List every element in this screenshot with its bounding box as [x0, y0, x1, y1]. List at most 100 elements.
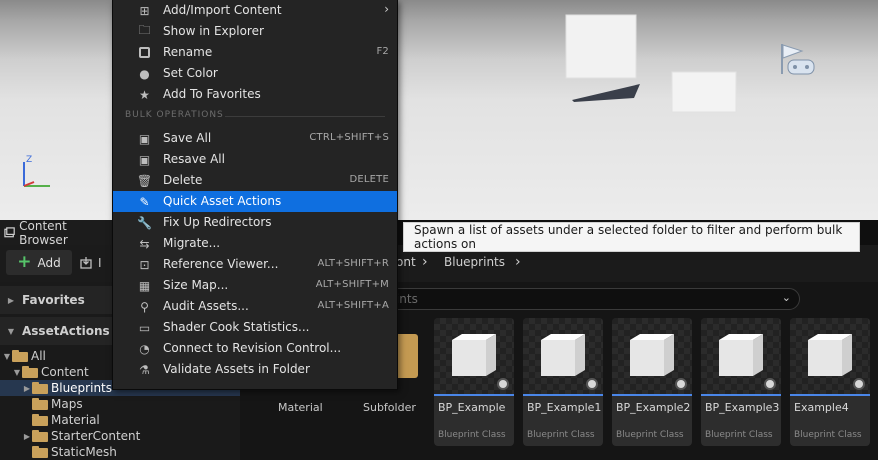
- asset-type-bar: [701, 394, 781, 396]
- asset-label-subfolder: Subfolder: [363, 401, 416, 414]
- asset-class: Blueprint Class: [794, 430, 862, 440]
- menu-shortcut: F2: [376, 46, 389, 57]
- menu-shortcut: ALT+SHIFT+R: [317, 258, 389, 269]
- menu-item-add-import-content[interactable]: ⊞ Add/Import Content ›: [113, 0, 397, 21]
- breadcrumb-item-content[interactable]: ont: [396, 255, 416, 269]
- menu-item-label: Set Color: [163, 66, 218, 80]
- menu-item-label: Save All: [163, 131, 212, 145]
- add-button[interactable]: + Add: [6, 250, 72, 275]
- player-start-icon: [781, 44, 815, 75]
- asset-thumbnail: [612, 318, 692, 394]
- editor-window: Z Content Browser + Add I ▶ Favorites ▼ …: [0, 0, 878, 460]
- asset-label-material: Material: [278, 401, 323, 414]
- project-label: AssetActions: [22, 324, 110, 338]
- folder-open-icon: [22, 366, 38, 378]
- delete-icon: 🗑: [136, 173, 153, 188]
- tree-item-label: All: [31, 349, 46, 363]
- tree-item-startercontent[interactable]: ▶ StarterContent: [0, 428, 240, 444]
- menu-item-rename[interactable]: Rename F2: [113, 42, 397, 63]
- asset-tile[interactable]: Example4 Blueprint Class: [790, 318, 870, 446]
- blueprint-badge-icon: [497, 378, 509, 390]
- blueprint-badge-icon: [764, 378, 776, 390]
- menu-item-shader-cook-statistics[interactable]: ▭ Shader Cook Statistics...: [113, 317, 397, 338]
- import-icon: [80, 256, 92, 269]
- menu-shortcut: CTRL+SHIFT+S: [309, 132, 389, 143]
- tab-content-browser[interactable]: Content Browser: [0, 219, 112, 247]
- add-import-icon: ⊞: [139, 3, 150, 18]
- plus-icon: +: [17, 252, 32, 272]
- menu-shortcut: ALT+SHIFT+M: [315, 279, 389, 290]
- reference-icon: ⊡: [139, 257, 150, 272]
- asset-tile[interactable]: BP_Example Blueprint Class: [434, 318, 514, 446]
- tree-item-maps[interactable]: Maps: [0, 396, 240, 412]
- collapse-arrow-icon: ▶: [23, 431, 31, 441]
- menu-item-label: Add To Favorites: [163, 87, 261, 101]
- collapse-arrow-icon: ▶: [23, 383, 31, 393]
- menu-item-label: Resave All: [163, 152, 225, 166]
- menu-item-set-color[interactable]: ● Set Color: [113, 63, 397, 84]
- wrench-icon: 🔧: [137, 215, 152, 230]
- tree-item-staticmesh[interactable]: StaticMesh: [0, 444, 240, 460]
- tree-item-label: StarterContent: [51, 429, 141, 443]
- menu-item-validate-assets[interactable]: ⚗ Validate Assets in Folder: [113, 359, 397, 380]
- menu-shortcut: ALT+SHIFT+A: [317, 300, 389, 311]
- ground-cube: [671, 71, 737, 113]
- menu-item-label: Validate Assets in Folder: [163, 362, 310, 376]
- tree-item-label: Blueprints: [51, 381, 113, 395]
- breadcrumb-separator[interactable]: ›: [515, 254, 521, 270]
- resave-icon: ▣: [138, 152, 151, 167]
- tree-item-label: Material: [51, 413, 100, 427]
- menu-item-delete[interactable]: 🗑 Delete DELETE: [113, 170, 397, 191]
- menu-shortcut: DELETE: [349, 174, 389, 185]
- asset-tile[interactable]: BP_Example3 Blueprint Class: [701, 318, 781, 446]
- menu-item-show-in-explorer[interactable]: 🗀 Show in Explorer: [113, 21, 397, 42]
- add-button-label: Add: [37, 255, 61, 270]
- breadcrumb-item-blueprints[interactable]: Blueprints: [444, 255, 505, 269]
- rename-icon: [138, 46, 151, 59]
- cube-icon: [808, 334, 852, 376]
- favorites-label: Favorites: [22, 293, 85, 307]
- menu-item-size-map[interactable]: ▦ Size Map... ALT+SHIFT+M: [113, 275, 397, 296]
- star-icon: ★: [139, 87, 150, 102]
- floating-cube: [565, 14, 637, 79]
- quick-asset-actions-tooltip: Spawn a list of assets under a selected …: [403, 222, 860, 252]
- tree-item-material[interactable]: Material: [0, 412, 240, 428]
- import-button[interactable]: I: [80, 250, 112, 275]
- menu-item-fix-up-redirectors[interactable]: 🔧 Fix Up Redirectors: [113, 212, 397, 233]
- menu-item-label: Add/Import Content: [163, 3, 282, 17]
- asset-type-bar: [434, 394, 514, 396]
- menu-item-save-all[interactable]: ▣ Save All CTRL+SHIFT+S: [113, 128, 397, 149]
- menu-item-migrate[interactable]: ⇆ Migrate...: [113, 233, 397, 254]
- menu-item-label: Connect to Revision Control...: [163, 341, 342, 355]
- expand-arrow-icon: ▼: [7, 326, 15, 336]
- asset-tile[interactable]: BP_Example1 Blueprint Class: [523, 318, 603, 446]
- menu-divider: [225, 116, 385, 117]
- menu-item-audit-assets[interactable]: ⚲ Audit Assets... ALT+SHIFT+A: [113, 296, 397, 317]
- folder-icon: [32, 414, 48, 426]
- asset-thumbnail: [434, 318, 514, 394]
- chevron-down-icon[interactable]: ⌄: [782, 291, 791, 304]
- asset-tile[interactable]: BP_Example2 Blueprint Class: [612, 318, 692, 446]
- menu-item-add-to-favorites[interactable]: ★ Add To Favorites: [113, 84, 397, 105]
- audit-icon: ⚲: [140, 299, 149, 314]
- expand-arrow-icon: ▼: [13, 367, 21, 377]
- blueprint-badge-icon: [586, 378, 598, 390]
- breadcrumb-separator: ›: [422, 254, 428, 270]
- menu-item-label: Audit Assets...: [163, 299, 249, 313]
- asset-class: Blueprint Class: [438, 430, 506, 440]
- menu-section-header: BULK OPERATIONS: [125, 110, 224, 120]
- blueprint-badge-icon: [853, 378, 865, 390]
- cube-icon: [541, 334, 585, 376]
- menu-item-quick-asset-actions[interactable]: ✎ Quick Asset Actions: [113, 191, 397, 212]
- asset-thumbnail: [523, 318, 603, 394]
- menu-item-resave-all[interactable]: ▣ Resave All: [113, 149, 397, 170]
- import-button-label: I: [98, 255, 102, 270]
- explorer-icon: 🗀: [138, 23, 151, 37]
- folder-icon: [32, 446, 48, 458]
- folder-open-icon: [12, 350, 28, 362]
- menu-item-reference-viewer[interactable]: ⊡ Reference Viewer... ALT+SHIFT+R: [113, 254, 397, 275]
- menu-item-connect-revision-control[interactable]: ◔ Connect to Revision Control...: [113, 338, 397, 359]
- tree-item-label: Maps: [51, 397, 83, 411]
- wand-icon: ✎: [139, 194, 150, 209]
- collapse-arrow-icon: ▶: [7, 295, 15, 305]
